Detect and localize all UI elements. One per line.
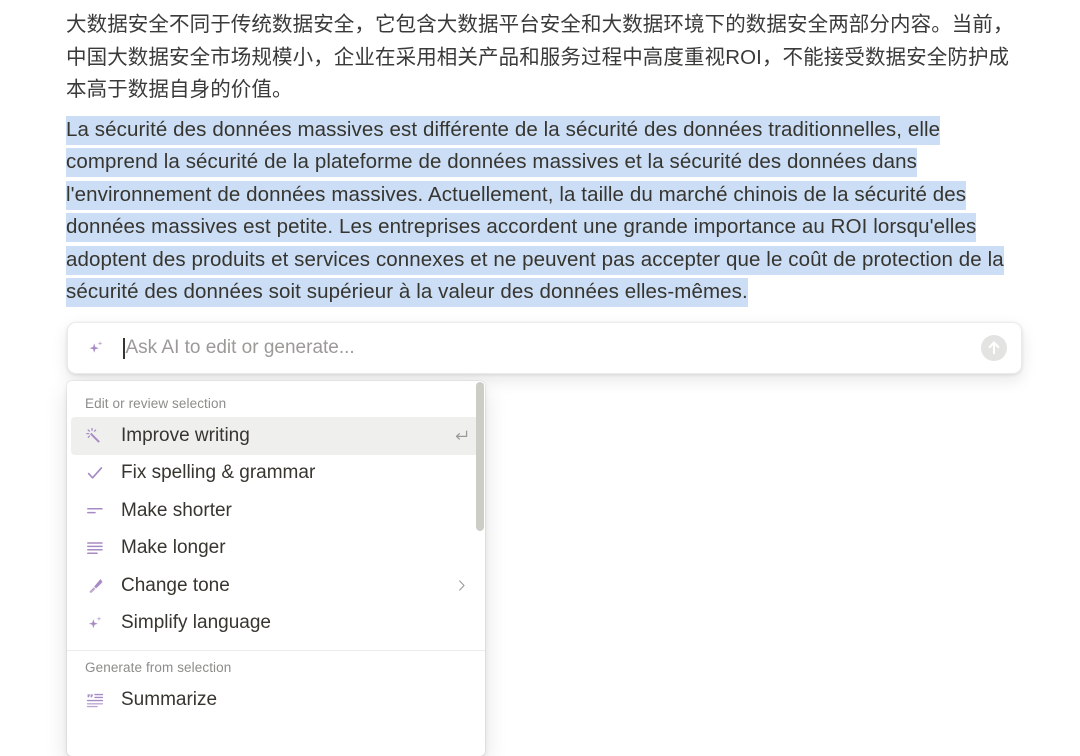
menu-item-fix-spelling-grammar[interactable]: Fix spelling & grammar [71,455,481,493]
menu-item-change-tone[interactable]: Change tone [71,567,481,605]
paragraph-french-selected[interactable]: La sécurité des données massives est dif… [66,107,1022,309]
menu-section-label-generate: Generate from selection [85,660,232,675]
menu-item-label: Make longer [121,537,226,559]
pen-brush-icon [85,576,105,596]
make-shorter-lines-icon [85,501,105,521]
menu-item-label: Summarize [121,688,218,710]
menu-item-trailing [451,463,471,483]
ai-submit-button[interactable] [981,335,1007,361]
chevron-right-icon [451,576,471,596]
menu-item-trailing [451,501,471,521]
menu-item-trailing [451,613,471,633]
menu-item-make-shorter[interactable]: Make shorter [71,492,481,530]
menu-item-trailing [451,690,471,710]
menu-scrollbar-thumb[interactable] [476,382,484,531]
paragraph-chinese[interactable]: 大数据安全不同于传统数据安全，它包含大数据平台安全和大数据环境下的数据安全两部分… [66,0,1022,107]
menu-item-label: Simplify language [121,612,271,634]
sparkle-icon [85,613,105,633]
menu-divider [67,650,485,651]
menu-item-improve-writing[interactable]: Improve writing [71,417,481,455]
arrow-up-circle-icon [988,341,1000,355]
magic-wand-sparkle-icon [85,426,105,446]
menu-item-simplify-language[interactable]: Simplify language [71,605,481,643]
check-icon [85,463,105,483]
menu-item-summarize[interactable]: Summarize [71,681,481,719]
menu-item-label: Improve writing [121,424,250,446]
menu-item-make-longer[interactable]: Make longer [71,530,481,568]
ai-prompt-bar[interactable]: Ask AI to edit or generate... [67,322,1022,374]
ai-actions-menu[interactable]: Edit or review selection Improve writing [67,381,485,756]
return-arrow-icon [451,426,471,446]
menu-item-label: Change tone [121,574,230,596]
menu-item-label: Make shorter [121,499,232,521]
make-longer-lines-icon [85,538,105,558]
ai-prompt-placeholder[interactable]: Ask AI to edit or generate... [125,337,982,359]
quote-lines-icon [85,690,105,710]
sparkle-icon [86,338,106,358]
document-body: 大数据安全不同于传统数据安全，它包含大数据平台安全和大数据环境下的数据安全两部分… [66,0,1022,309]
menu-scrollbar[interactable] [475,382,485,755]
menu-item-label: Fix spelling & grammar [121,462,316,484]
menu-section-label-edit: Edit or review selection [85,396,227,411]
selected-text[interactable]: La sécurité des données massives est dif… [66,115,1004,307]
menu-item-trailing [451,538,471,558]
